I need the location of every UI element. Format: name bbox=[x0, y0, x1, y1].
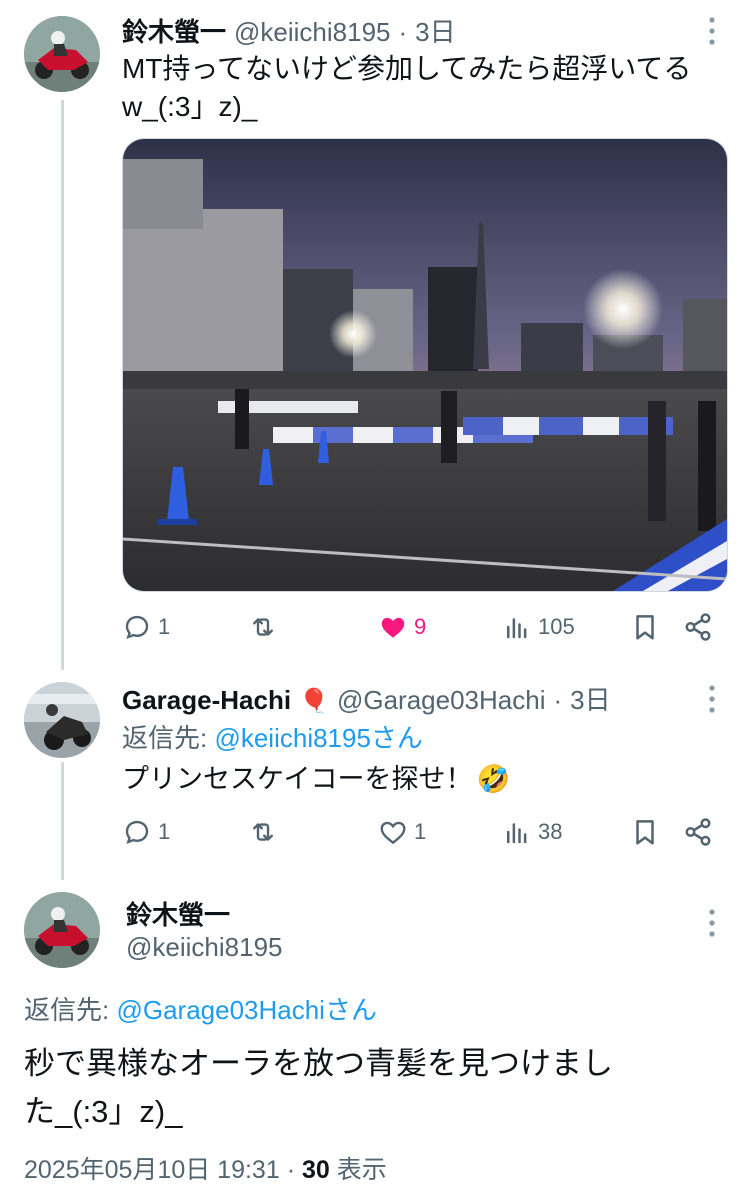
tweet-text-line: w_(:3」z)_ bbox=[122, 91, 258, 122]
tweet-text-line: MT持ってないけど参加してみたら超浮いてる bbox=[122, 53, 692, 84]
retweet-icon bbox=[253, 823, 273, 841]
heart-outline-icon bbox=[380, 821, 406, 845]
event-photo-image bbox=[123, 139, 727, 591]
separator-dot: · bbox=[286, 1156, 296, 1184]
author-name[interactable]: 鈴木螢一 bbox=[122, 12, 226, 49]
view-count: 30 bbox=[301, 1156, 330, 1184]
view-count: 38 bbox=[538, 819, 563, 844]
rofl-emoji-icon: 🤣 bbox=[476, 764, 511, 794]
reply-prefix: 返信先: bbox=[24, 995, 117, 1025]
reply-button[interactable]: 1 bbox=[122, 812, 170, 852]
reply-count: 1 bbox=[158, 819, 171, 844]
separator-dot: · bbox=[398, 17, 408, 47]
reply-prefix: 返信先: bbox=[122, 723, 215, 753]
avatar[interactable] bbox=[24, 682, 100, 758]
share-button[interactable] bbox=[683, 607, 713, 647]
reply-to-link[interactable]: @Garage03Hachiさん bbox=[116, 995, 377, 1025]
avatar[interactable] bbox=[24, 16, 100, 92]
tweet-photo[interactable] bbox=[122, 138, 728, 592]
retweet-button[interactable] bbox=[248, 812, 278, 852]
tweet-text-line: 秒で異様なオーラを放つ青髪を見つけまし bbox=[24, 1046, 613, 1081]
motorcycle-avatar-icon bbox=[24, 16, 100, 92]
separator-dot: · bbox=[553, 685, 563, 715]
more-options-icon[interactable] bbox=[705, 908, 719, 938]
view-label: 表示 bbox=[336, 1156, 387, 1184]
more-options-icon[interactable] bbox=[705, 16, 719, 46]
balloon-emoji-icon: 🎈 bbox=[299, 688, 329, 715]
tweet-text: 秒で異様なオーラを放つ青髪を見つけまし た_(:3」z)_ bbox=[24, 1040, 724, 1136]
like-count: 1 bbox=[414, 819, 427, 844]
author-handle[interactable]: @keiichi8195 bbox=[234, 17, 390, 48]
author-handle[interactable]: @keiichi8195 bbox=[126, 932, 282, 963]
thread-line bbox=[61, 100, 64, 670]
reply-icon bbox=[125, 820, 149, 844]
author-handle[interactable]: @Garage03Hachi bbox=[337, 685, 546, 716]
reply-context: 返信先: @Garage03Hachiさん bbox=[24, 990, 377, 1027]
reply-icon bbox=[125, 615, 149, 639]
view-count: 105 bbox=[538, 614, 575, 639]
share-button[interactable] bbox=[683, 812, 713, 852]
reply-context: 返信先: @keiichi8195さん bbox=[122, 718, 423, 755]
bookmark-icon bbox=[636, 615, 654, 640]
like-count: 9 bbox=[414, 614, 427, 639]
reply-count: 1 bbox=[158, 614, 171, 639]
views-button[interactable]: 105 bbox=[502, 607, 575, 647]
bookmark-button[interactable] bbox=[630, 607, 660, 647]
avatar[interactable] bbox=[24, 892, 100, 968]
share-icon bbox=[685, 818, 711, 846]
like-button[interactable]: 1 bbox=[378, 812, 426, 852]
author-name[interactable]: Garage-Hachi bbox=[122, 685, 291, 716]
views-button[interactable]: 38 bbox=[502, 812, 562, 852]
heart-filled-icon bbox=[381, 617, 405, 638]
like-button[interactable]: 9 bbox=[378, 607, 426, 647]
share-icon bbox=[685, 613, 711, 641]
tweet-meta: 2025年05月10日 19:31 · 30 表示 bbox=[24, 1150, 387, 1186]
retweet-button[interactable] bbox=[248, 607, 278, 647]
tweet-text-line: た_(:3」z)_ bbox=[24, 1094, 183, 1129]
bookmark-icon bbox=[636, 820, 654, 845]
tweet-timestamp[interactable]: 3日 bbox=[570, 680, 610, 717]
more-options-icon[interactable] bbox=[705, 684, 719, 714]
tweet-text: MT持ってないけど参加してみたら超浮いてる w_(:3」z)_ bbox=[122, 50, 732, 126]
retweet-icon bbox=[253, 618, 273, 636]
tweet-timestamp[interactable]: 3日 bbox=[415, 12, 455, 49]
author-name[interactable]: 鈴木螢一 bbox=[126, 895, 230, 932]
views-chart-icon bbox=[507, 618, 527, 639]
reply-button[interactable]: 1 bbox=[122, 607, 170, 647]
tweet-date[interactable]: 2025年05月10日 19:31 bbox=[24, 1156, 280, 1184]
motorcycle-avatar-icon bbox=[24, 892, 100, 968]
bookmark-button[interactable] bbox=[630, 812, 660, 852]
views-chart-icon bbox=[507, 823, 527, 844]
tweet-text: プリンセスケイコーを探せ！ 🤣 bbox=[122, 760, 510, 798]
tweet-text-content: プリンセスケイコーを探せ！ bbox=[122, 764, 473, 794]
reply-to-link[interactable]: @keiichi8195さん bbox=[214, 723, 422, 753]
thread-line bbox=[61, 762, 64, 880]
rider-avatar-icon bbox=[24, 682, 100, 758]
